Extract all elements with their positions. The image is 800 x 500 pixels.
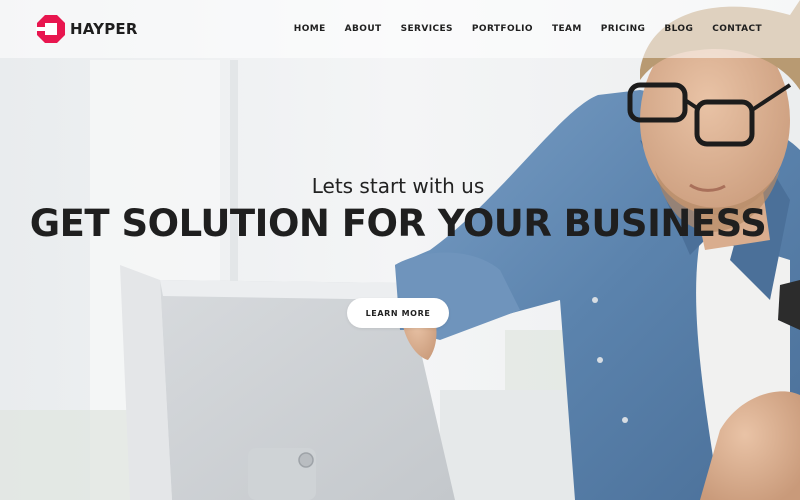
nav-item-contact[interactable]: CONTACT <box>712 24 762 34</box>
nav-item-home[interactable]: HOME <box>294 24 326 34</box>
nav-item-pricing[interactable]: PRICING <box>601 24 646 34</box>
nav-item-portfolio[interactable]: PORTFOLIO <box>472 24 533 34</box>
nav-item-team[interactable]: TEAM <box>552 24 582 34</box>
main-navigation: HOME ABOUT SERVICES PORTFOLIO TEAM PRICI… <box>275 24 762 34</box>
brand-logo-link[interactable]: HAYPER <box>36 14 138 44</box>
hero-background-photo <box>0 0 800 500</box>
nav-item-about[interactable]: ABOUT <box>345 24 382 34</box>
site-header: HAYPER HOME ABOUT SERVICES PORTFOLIO TEA… <box>0 0 800 58</box>
brand-name: HAYPER <box>70 20 138 38</box>
nav-item-blog[interactable]: BLOG <box>664 24 693 34</box>
nav-item-services[interactable]: SERVICES <box>401 24 453 34</box>
learn-more-button[interactable]: LEARN MORE <box>347 298 449 328</box>
office-scene-illustration <box>0 0 800 500</box>
hayper-logo-icon <box>36 15 65 43</box>
